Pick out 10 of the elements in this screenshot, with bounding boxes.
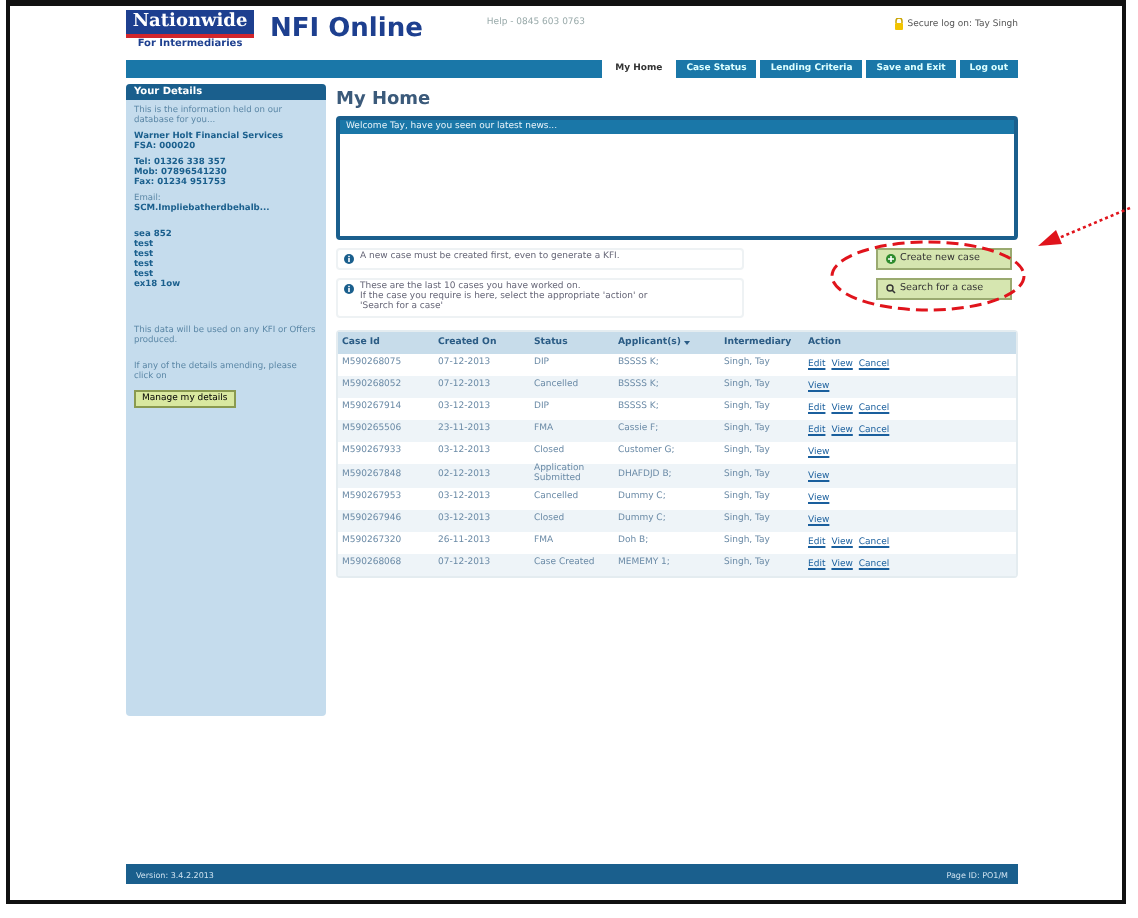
info-icon (344, 284, 354, 294)
page-title: My Home (336, 90, 433, 110)
brand-logo: Nationwide (126, 10, 254, 38)
search-icon (886, 284, 896, 294)
info-icon (344, 254, 354, 264)
padlock-icon (893, 18, 904, 30)
pointer-arrow (1038, 206, 1131, 246)
plus-icon (886, 254, 896, 264)
app-title: NFI Online (270, 14, 423, 44)
sort-icon (683, 340, 690, 347)
